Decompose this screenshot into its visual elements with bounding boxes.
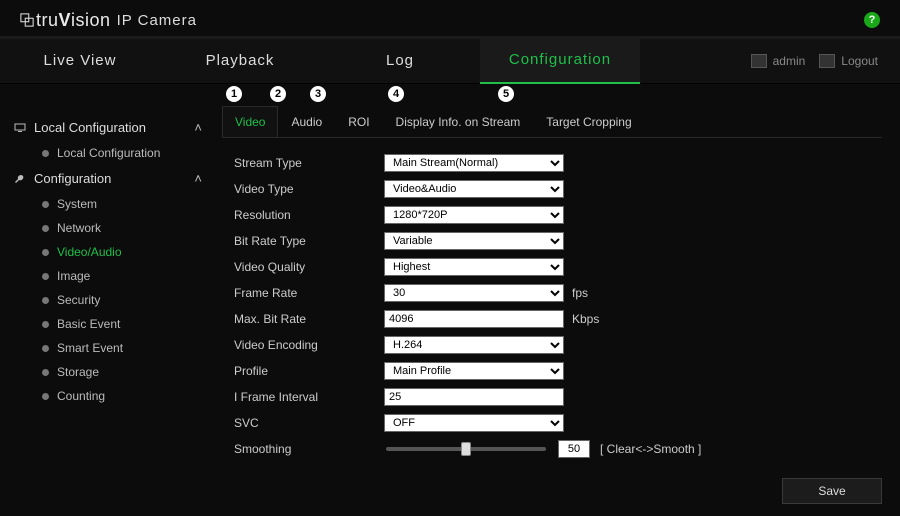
video-form: Stream Type Main Stream(Normal) Video Ty… xyxy=(222,138,882,462)
select-svc[interactable]: OFF xyxy=(384,414,564,432)
bullet-icon xyxy=(42,345,49,352)
save-button[interactable]: Save xyxy=(782,478,882,504)
sidebar-item-label: Counting xyxy=(57,389,105,403)
sidebar: Local Configuration ˄ Local Configuratio… xyxy=(0,106,214,504)
content-area: Video Audio ROI Display Info. on Stream … xyxy=(214,106,900,504)
select-video-encoding[interactable]: H.264 xyxy=(384,336,564,354)
bullet-icon xyxy=(42,273,49,280)
subtab-audio[interactable]: Audio xyxy=(278,106,335,137)
input-i-frame[interactable] xyxy=(384,388,564,406)
brand-icon xyxy=(20,13,34,27)
sidebar-item-security[interactable]: Security xyxy=(42,288,214,312)
bullet-icon xyxy=(42,249,49,256)
tab-configuration[interactable]: Configuration xyxy=(480,38,640,84)
tab-live-view[interactable]: Live View xyxy=(0,39,160,83)
bullet-icon xyxy=(42,321,49,328)
product-name: IP Camera xyxy=(117,12,197,29)
bullet-icon xyxy=(42,369,49,376)
sidebar-cat-configuration[interactable]: Configuration ˄ xyxy=(14,165,214,192)
subtab-video[interactable]: Video xyxy=(222,106,278,137)
subtab-target-cropping[interactable]: Target Cropping xyxy=(533,106,644,137)
slider-smoothing[interactable] xyxy=(386,447,546,451)
subtab-callouts: 1 2 3 4 5 xyxy=(0,84,900,106)
select-profile[interactable]: Main Profile xyxy=(384,362,564,380)
logout-label: Logout xyxy=(841,54,878,68)
sidebar-item-video-audio[interactable]: Video/Audio xyxy=(42,240,214,264)
label-stream-type: Stream Type xyxy=(234,156,384,170)
sidebar-item-network[interactable]: Network xyxy=(42,216,214,240)
tab-log[interactable]: Log xyxy=(320,39,480,83)
sidebar-item-label: System xyxy=(57,197,97,211)
sidebar-item-system[interactable]: System xyxy=(42,192,214,216)
sidebar-item-label: Video/Audio xyxy=(57,245,122,259)
bullet-icon xyxy=(42,393,49,400)
sidebar-item-label: Storage xyxy=(57,365,99,379)
sidebar-item-label: Image xyxy=(57,269,90,283)
monitor-icon xyxy=(14,122,26,134)
chevron-up-icon: ˄ xyxy=(194,120,202,135)
sidebar-item-label: Security xyxy=(57,293,100,307)
select-frame-rate[interactable]: 30 xyxy=(384,284,564,302)
sidebar-item-smart-event[interactable]: Smart Event xyxy=(42,336,214,360)
help-icon[interactable]: ? xyxy=(864,12,880,28)
sidebar-item-local-configuration[interactable]: Local Configuration xyxy=(42,141,214,165)
label-profile: Profile xyxy=(234,364,384,378)
user-name: admin xyxy=(773,54,806,68)
unit-fps: fps xyxy=(572,286,588,300)
sidebar-item-label: Smart Event xyxy=(57,341,123,355)
sidebar-item-basic-event[interactable]: Basic Event xyxy=(42,312,214,336)
label-resolution: Resolution xyxy=(234,208,384,222)
unit-kbps: Kbps xyxy=(572,312,599,326)
bullet-icon xyxy=(42,297,49,304)
sidebar-item-counting[interactable]: Counting xyxy=(42,384,214,408)
callout-1: 1 xyxy=(226,86,242,102)
callout-5: 5 xyxy=(498,86,514,102)
subtab-display-info[interactable]: Display Info. on Stream xyxy=(383,106,534,137)
logout-icon xyxy=(819,54,835,68)
value-smoothing: 50 xyxy=(558,440,590,458)
callout-3: 3 xyxy=(310,86,326,102)
logout-button[interactable]: Logout xyxy=(819,54,878,68)
subtab-roi[interactable]: ROI xyxy=(335,106,382,137)
input-max-bit-rate[interactable] xyxy=(384,310,564,328)
select-video-type[interactable]: Video&Audio xyxy=(384,180,564,198)
bullet-icon xyxy=(42,201,49,208)
label-smoothing: Smoothing xyxy=(234,442,384,456)
label-frame-rate: Frame Rate xyxy=(234,286,384,300)
sidebar-item-label: Network xyxy=(57,221,101,235)
callout-2: 2 xyxy=(270,86,286,102)
chevron-up-icon: ˄ xyxy=(194,171,202,186)
label-bit-rate-type: Bit Rate Type xyxy=(234,234,384,248)
subtabs: Video Audio ROI Display Info. on Stream … xyxy=(222,106,882,138)
top-nav: Live View Playback Log Configuration adm… xyxy=(0,36,900,84)
bullet-icon xyxy=(42,225,49,232)
sidebar-item-label: Basic Event xyxy=(57,317,120,331)
callout-4: 4 xyxy=(388,86,404,102)
user-icon xyxy=(751,54,767,68)
label-video-encoding: Video Encoding xyxy=(234,338,384,352)
bullet-icon xyxy=(42,150,49,157)
brand-name: truVision xyxy=(36,10,111,31)
sidebar-item-image[interactable]: Image xyxy=(42,264,214,288)
sidebar-item-storage[interactable]: Storage xyxy=(42,360,214,384)
label-i-frame: I Frame Interval xyxy=(234,390,384,404)
wrench-icon xyxy=(14,173,26,185)
label-svc: SVC xyxy=(234,416,384,430)
header: truVision IP Camera ? xyxy=(0,0,900,36)
tab-playback[interactable]: Playback xyxy=(160,39,320,83)
label-video-type: Video Type xyxy=(234,182,384,196)
select-video-quality[interactable]: Highest xyxy=(384,258,564,276)
sidebar-cat-label: Local Configuration xyxy=(34,120,146,135)
user-label[interactable]: admin xyxy=(751,54,806,68)
select-resolution[interactable]: 1280*720P xyxy=(384,206,564,224)
label-max-bit-rate: Max. Bit Rate xyxy=(234,312,384,326)
sidebar-cat-label: Configuration xyxy=(34,171,111,186)
sidebar-cat-local-config[interactable]: Local Configuration ˄ xyxy=(14,114,214,141)
select-bit-rate-type[interactable]: Variable xyxy=(384,232,564,250)
sidebar-item-label: Local Configuration xyxy=(57,146,160,160)
select-stream-type[interactable]: Main Stream(Normal) xyxy=(384,154,564,172)
label-video-quality: Video Quality xyxy=(234,260,384,274)
hint-smoothing: [ Clear<->Smooth ] xyxy=(600,442,701,456)
